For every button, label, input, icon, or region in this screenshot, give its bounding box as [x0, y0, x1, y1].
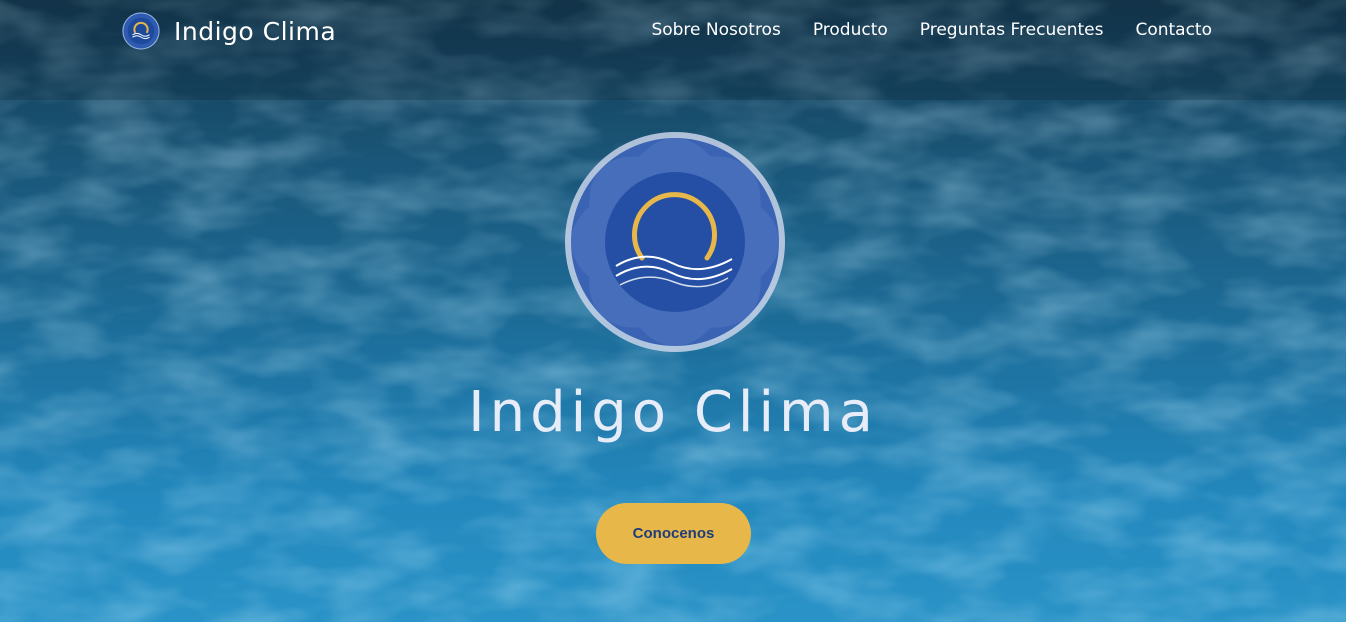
conocenos-button[interactable]: Conocenos	[596, 503, 751, 564]
nav-link-contacto[interactable]: Contacto	[1135, 20, 1212, 40]
nav-link-sobre-nosotros[interactable]: Sobre Nosotros	[651, 20, 780, 40]
indigo-clima-logo-icon	[122, 12, 160, 50]
hero-title: Indigo Clima	[468, 380, 878, 445]
top-navbar: Indigo Clima Sobre Nosotros Producto Pre…	[0, 0, 1346, 64]
nav-link-producto[interactable]: Producto	[813, 20, 888, 40]
nav-link-preguntas-frecuentes[interactable]: Preguntas Frecuentes	[920, 20, 1104, 40]
main-nav: Sobre Nosotros Producto Preguntas Frecue…	[651, 20, 1212, 40]
indigo-clima-emblem-icon	[565, 132, 785, 352]
brand-name: Indigo Clima	[174, 16, 337, 46]
brand-home-link[interactable]: Indigo Clima	[122, 11, 336, 51]
